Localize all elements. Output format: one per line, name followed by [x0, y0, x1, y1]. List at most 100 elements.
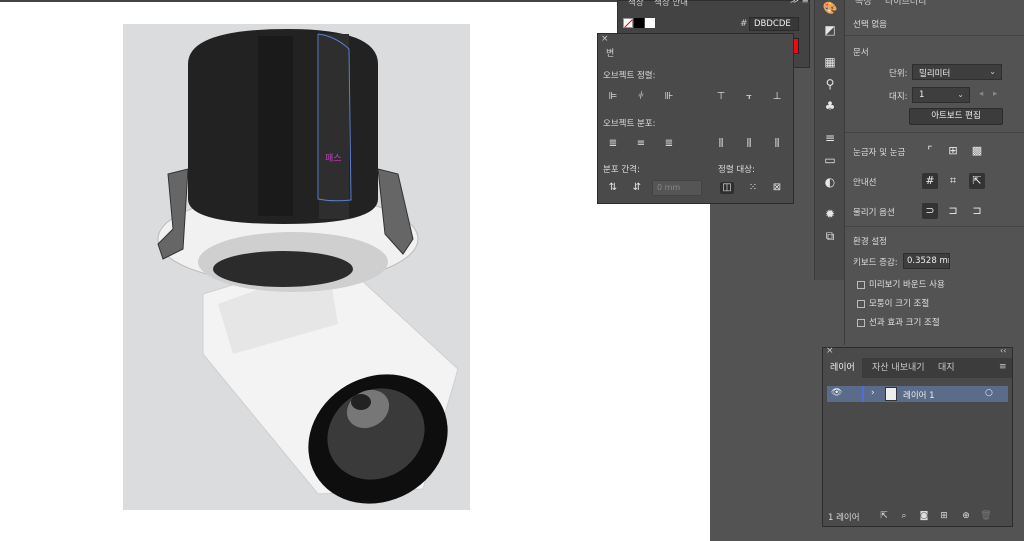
smart-guides-icon[interactable]: ⇱ — [969, 173, 985, 189]
tab-asset-export[interactable]: 자산 내보내기 — [865, 358, 932, 378]
spotlight-artwork[interactable]: 패스 — [123, 24, 470, 510]
align-right-icon[interactable]: ⊪ — [662, 91, 676, 103]
checkbox-box[interactable] — [857, 280, 865, 289]
layers-icon[interactable]: ⧉ — [822, 228, 838, 244]
eye-icon[interactable]: 👁 — [831, 388, 842, 398]
distribute-bottom-icon[interactable]: ≣ — [662, 138, 676, 150]
align-objects-label: 오브젝트 정렬: — [603, 71, 656, 81]
guides-label: 안내선 — [853, 178, 877, 188]
divider — [845, 226, 1024, 227]
checkbox-box[interactable] — [857, 299, 865, 308]
trash-icon[interactable]: 🗑 — [980, 510, 992, 522]
tab-properties[interactable]: 속성 — [855, 0, 872, 8]
units-label: 단위: — [889, 69, 908, 79]
layer-row[interactable]: 👁 › 레이어 1 ○ — [827, 386, 1008, 402]
chevron-right-icon[interactable]: › — [871, 388, 875, 398]
new-layer-icon[interactable]: ⊕ — [960, 510, 972, 522]
rect-icon[interactable]: ▭ — [822, 152, 838, 168]
no-selection-label: 선택 없음 — [853, 20, 887, 30]
align-to-artboard-icon[interactable]: ⊠ — [770, 182, 784, 194]
chevron-down-icon: ⌄ — [989, 67, 996, 76]
grid-icon[interactable]: ▦ — [822, 54, 838, 70]
scale-corners-label: 모퉁이 크기 조절 — [869, 299, 930, 309]
distribute-left-icon[interactable]: ⫼ — [714, 138, 728, 150]
align-left-icon[interactable]: ⊫ — [606, 91, 620, 103]
sun-icon[interactable]: ✹ — [822, 206, 838, 222]
close-icon[interactable]: × — [826, 346, 834, 356]
scale-strokes-checkbox[interactable]: 선과 효과 크기 조절 — [857, 316, 940, 328]
preferences-label: 환경 설정 — [853, 237, 887, 247]
grid-toggle-icon[interactable]: ⊞ — [945, 143, 961, 159]
lock-guides-icon[interactable]: ⌗ — [945, 173, 961, 189]
divider — [845, 35, 1024, 36]
checkbox-box[interactable] — [857, 318, 865, 327]
close-icon[interactable]: × — [601, 34, 609, 44]
black-swatch[interactable] — [634, 18, 644, 28]
circle-icon[interactable]: ◐ — [822, 174, 838, 190]
align-panel: × 변 오브젝트 정렬: ⊫ ⫩ ⊪ ⊤ ⫟ ⊥ 오브젝트 분포: ≣ ≡ ≣ … — [597, 33, 794, 204]
new-sublayer-icon[interactable]: ⊞ — [938, 510, 950, 522]
target-icon[interactable]: ○ — [985, 388, 993, 398]
snap-options-label: 물리기 옵션 — [853, 208, 895, 218]
none-swatch-icon[interactable] — [623, 18, 633, 28]
divider — [845, 132, 1024, 133]
hex-prefix: # — [740, 19, 748, 29]
snap-to-glyph-icon[interactable]: ⊐ — [969, 203, 985, 219]
artboard[interactable]: 패스 — [123, 24, 470, 510]
spacing-input[interactable]: 0 mm — [652, 180, 702, 196]
align-hcenter-icon[interactable]: ⫩ — [634, 91, 648, 103]
distribute-top-icon[interactable]: ≣ — [606, 138, 620, 150]
clip-mask-icon[interactable]: ◙ — [918, 510, 930, 522]
document-section-title: 문서 — [853, 48, 869, 58]
search-icon[interactable]: ⌕ — [898, 510, 910, 522]
usb-icon[interactable]: ⚲ — [822, 76, 838, 92]
distribute-vcenter-icon[interactable]: ≡ — [634, 138, 648, 150]
prev-artboard-icon[interactable]: ◂ — [979, 89, 983, 99]
align-vcenter-icon[interactable]: ⫟ — [742, 91, 756, 103]
lines-icon[interactable]: ≡ — [822, 130, 838, 146]
collapse-icon[interactable]: ‹‹ — [1000, 346, 1006, 355]
show-guides-icon[interactable]: # — [922, 173, 938, 189]
tab-color[interactable]: 색상 — [628, 0, 644, 8]
preview-bounds-checkbox[interactable]: 미리보기 바운드 사용 — [857, 278, 945, 290]
club-icon[interactable]: ♣ — [822, 98, 838, 114]
tab-artboards[interactable]: 대지 — [931, 358, 962, 378]
horizontal-spacing-icon[interactable]: ⇵ — [630, 182, 644, 194]
hex-input[interactable]: DBDCDE — [749, 17, 799, 31]
white-swatch[interactable] — [645, 18, 655, 28]
panel-menu-icon[interactable]: ≡ — [999, 362, 1007, 372]
distribute-objects-label: 오브젝트 분포: — [603, 119, 656, 129]
tab-transform[interactable]: 변 — [606, 46, 614, 59]
layer-thumbnail — [885, 387, 897, 401]
keyboard-increment-input[interactable]: 0.3528 mm — [903, 253, 950, 269]
units-select[interactable]: 밀리미터 ⌄ — [912, 64, 1002, 80]
align-to-key-icon[interactable]: ⁙ — [746, 182, 760, 194]
vertical-spacing-icon[interactable]: ⇅ — [606, 182, 620, 194]
edit-artboards-button[interactable]: 아트보드 편집 — [909, 108, 1003, 125]
tab-libraries[interactable]: 라이브러리 — [885, 0, 926, 8]
artboard-select[interactable]: 1 ⌄ — [912, 87, 970, 103]
layer-name[interactable]: 레이어 1 — [903, 389, 935, 401]
chevron-down-icon: ⌄ — [957, 90, 964, 99]
scale-corners-checkbox[interactable]: 모퉁이 크기 조절 — [857, 297, 929, 309]
distribute-hcenter-icon[interactable]: ⫼ — [742, 138, 756, 150]
properties-panel: 속성 라이브러리 선택 없음 문서 단위: 밀리미터 ⌄ 대지: 1 ⌄ ◂ ▸… — [844, 0, 1024, 345]
export-icon[interactable]: ⇱ — [878, 510, 890, 522]
align-to-selection-icon[interactable]: ◫ — [720, 182, 734, 194]
preview-bounds-label: 미리보기 바운드 사용 — [869, 280, 945, 290]
ruler-icon[interactable]: ⌜ — [922, 143, 938, 159]
panel-menu-icon[interactable]: ≫ ≡ — [790, 0, 809, 6]
paint-icon[interactable]: 🎨 — [822, 0, 838, 16]
distribute-right-icon[interactable]: ⫼ — [770, 138, 784, 150]
layers-tab-bar: 레이어 자산 내보내기 대지 ≡ — [823, 358, 1012, 378]
align-top-icon[interactable]: ⊤ — [714, 91, 728, 103]
align-bottom-icon[interactable]: ⊥ — [770, 91, 784, 103]
layer-count: 1 레이어 — [828, 513, 860, 523]
tab-layers[interactable]: 레이어 — [823, 358, 862, 378]
snap-to-pixel-icon[interactable]: ⊐ — [945, 203, 961, 219]
tab-color-guide[interactable]: 색상 안내 — [654, 0, 688, 8]
snap-to-point-icon[interactable]: ⊃ — [922, 203, 938, 219]
next-artboard-icon[interactable]: ▸ — [993, 89, 997, 99]
gradient-icon[interactable]: ◩ — [822, 22, 838, 38]
transparency-grid-icon[interactable]: ▩ — [969, 143, 985, 159]
